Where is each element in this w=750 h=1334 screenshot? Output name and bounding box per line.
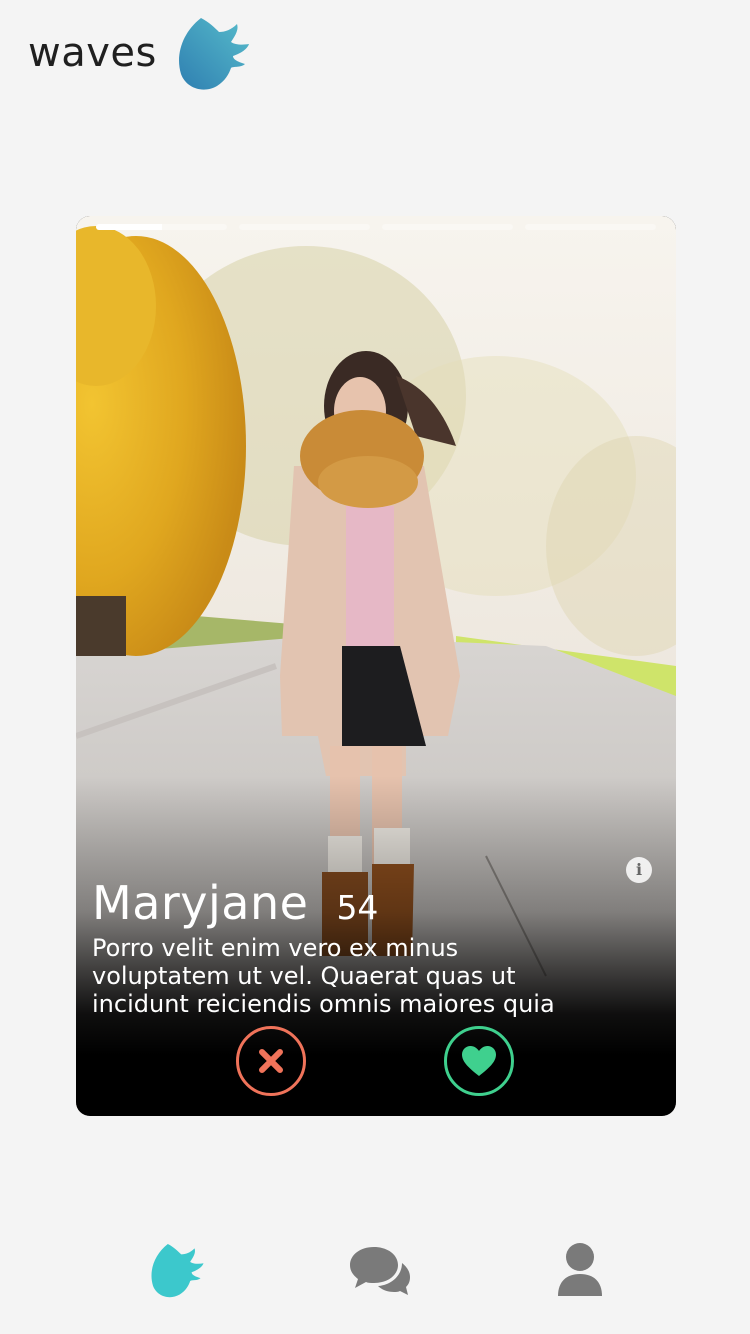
- profile-card[interactable]: i Maryjane 54 Porro velit enim vero ex m…: [76, 216, 676, 1116]
- photo-progress-segment[interactable]: [382, 224, 513, 230]
- app-header: waves: [28, 14, 251, 92]
- profile-name-row: Maryjane 54: [92, 876, 378, 930]
- like-button[interactable]: [444, 1026, 514, 1096]
- dislike-button[interactable]: [236, 1026, 306, 1096]
- profile-age: 54: [336, 888, 379, 927]
- nav-profile-tab[interactable]: [540, 1230, 620, 1310]
- wave-flame-logo-icon: [178, 18, 249, 90]
- photo-progress-fill: [96, 224, 162, 230]
- user-icon: [558, 1243, 602, 1296]
- photo-progress-segment[interactable]: [239, 224, 370, 230]
- info-icon[interactable]: i: [626, 857, 652, 883]
- chat-bubbles-icon: [350, 1247, 410, 1295]
- brand-name: waves: [28, 30, 157, 76]
- profile-bio: Porro velit enim vero ex minus voluptate…: [92, 934, 555, 1018]
- profile-name: Maryjane: [92, 876, 309, 930]
- close-icon: [259, 1049, 283, 1073]
- app-screen: waves i Maryjane 54 Porro velit enim ver…: [0, 0, 750, 1334]
- nav-messages-tab[interactable]: [340, 1230, 420, 1310]
- nav-home-tab[interactable]: [136, 1230, 216, 1310]
- photo-progress-segment[interactable]: [525, 224, 656, 230]
- photo-progress-segment[interactable]: [96, 224, 227, 230]
- heart-icon: [462, 1046, 496, 1076]
- wave-flame-icon: [151, 1243, 204, 1298]
- bottom-nav: [0, 1230, 750, 1310]
- photo-progress-bar: [96, 224, 656, 230]
